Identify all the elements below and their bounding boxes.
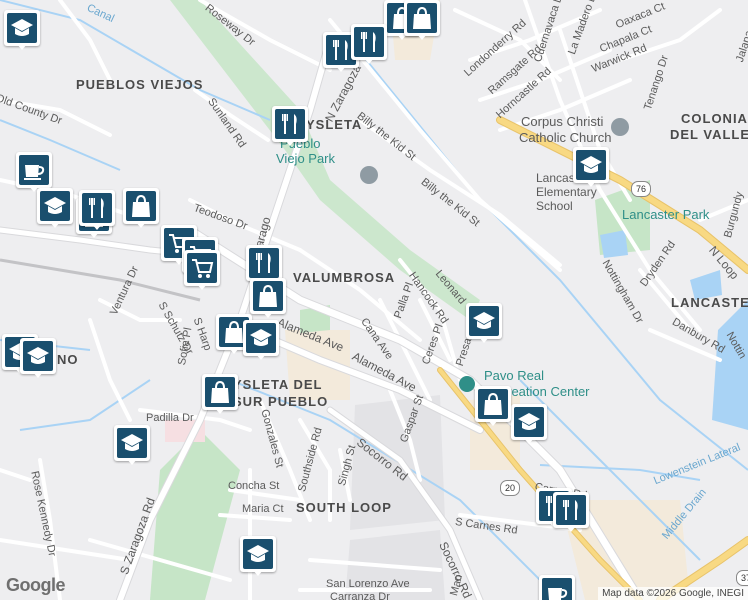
- restaurant-icon: [256, 253, 271, 273]
- school-icon: [44, 197, 66, 214]
- shopping-bag-icon: [484, 392, 502, 415]
- route-shield-20: 20: [500, 480, 520, 496]
- poi-pin[interactable]: [37, 188, 73, 228]
- shopping-cart-icon: [192, 259, 214, 278]
- restaurant-icon: [361, 32, 376, 52]
- park-marker-icon[interactable]: [459, 376, 475, 392]
- neighborhood-label-ysleta-del: YSLETA DEL: [233, 377, 323, 392]
- neighborhood-label-lancaster: LANCASTER: [671, 295, 748, 310]
- street-label-carranza: Carranza Dr: [330, 591, 390, 600]
- neighborhood-label-south-loop: SOUTH LOOP: [296, 500, 392, 515]
- school-icon: [518, 413, 540, 430]
- map-canvas[interactable]: PUEBLOS VIEJOS YSLETA VALUMBROSA YSLETA …: [0, 0, 748, 600]
- route-shield-37: 37: [736, 570, 748, 586]
- shopping-bag-icon: [211, 380, 229, 403]
- google-logo: Google: [6, 575, 66, 595]
- school-icon: [247, 545, 269, 562]
- poi-pin[interactable]: [243, 320, 279, 360]
- restaurant-icon: [563, 500, 578, 520]
- place-label-catholic-church[interactable]: Catholic Church: [519, 131, 612, 144]
- poi-pin[interactable]: [475, 386, 511, 426]
- poi-pin[interactable]: [240, 536, 276, 576]
- place-label-lancaster-park[interactable]: Lancaster Park: [622, 208, 709, 221]
- school-marker-icon[interactable]: [360, 166, 378, 184]
- restaurant-icon: [282, 114, 297, 134]
- place-label-corpus-christi[interactable]: Corpus Christi: [521, 115, 603, 128]
- poi-pin[interactable]: [4, 10, 40, 50]
- street-label-san-lorenzo: San Lorenzo Ave: [326, 578, 410, 590]
- poi-pin[interactable]: [250, 278, 286, 318]
- neighborhood-label-fragment: NO: [57, 352, 79, 367]
- poi-pin[interactable]: [404, 0, 440, 40]
- poi-pin[interactable]: [79, 190, 115, 230]
- poi-pin[interactable]: [573, 147, 609, 187]
- cafe-icon: [24, 165, 45, 180]
- map-attribution[interactable]: Map data ©2026 Google, INEGI: [598, 587, 748, 600]
- street-label-maria: Maria Ct: [242, 503, 284, 515]
- cafe-icon: [548, 588, 568, 600]
- church-marker-icon[interactable]: [611, 118, 629, 136]
- poi-pin[interactable]: [20, 338, 56, 378]
- poi-pin[interactable]: [114, 425, 150, 465]
- neighborhood-label-valumbrosa: VALUMBROSA: [293, 270, 396, 285]
- place-label-viejo-park[interactable]: Viejo Park: [276, 152, 335, 165]
- restaurant-icon: [89, 198, 104, 218]
- poi-pin[interactable]: [351, 24, 387, 64]
- neighborhood-label-colonia: COLONIA: [681, 111, 748, 126]
- shopping-bag-icon: [413, 6, 431, 29]
- school-icon: [27, 347, 49, 364]
- poi-pin[interactable]: [184, 250, 220, 290]
- poi-pin[interactable]: [539, 575, 575, 600]
- shopping-bag-icon: [132, 194, 150, 217]
- school-icon: [473, 312, 495, 329]
- neighborhood-label-pueblos-viejos: PUEBLOS VIEJOS: [76, 77, 204, 92]
- shopping-bag-icon: [259, 284, 277, 307]
- neighborhood-label-del-valle: DEL VALLE: [670, 127, 748, 142]
- poi-pin[interactable]: [553, 492, 589, 532]
- school-icon: [11, 19, 33, 36]
- poi-pin[interactable]: [202, 374, 238, 414]
- poi-pin[interactable]: [246, 245, 282, 285]
- poi-pin[interactable]: [123, 188, 159, 228]
- street-label-padilla: Padilla Dr: [146, 412, 194, 424]
- route-shield-76: 76: [631, 181, 651, 197]
- poi-pin[interactable]: [466, 303, 502, 343]
- street-label-concha: Concha St: [228, 480, 280, 492]
- neighborhood-label-sur-pueblo: SUR PUEBLO: [233, 394, 329, 409]
- poi-pin[interactable]: [272, 106, 308, 146]
- poi-pin[interactable]: [16, 152, 52, 192]
- school-icon: [580, 156, 602, 173]
- school-icon: [250, 329, 272, 346]
- place-label-pavo-real[interactable]: Pavo Real: [484, 369, 544, 382]
- school-icon: [121, 434, 143, 451]
- poi-pin[interactable]: [511, 404, 547, 444]
